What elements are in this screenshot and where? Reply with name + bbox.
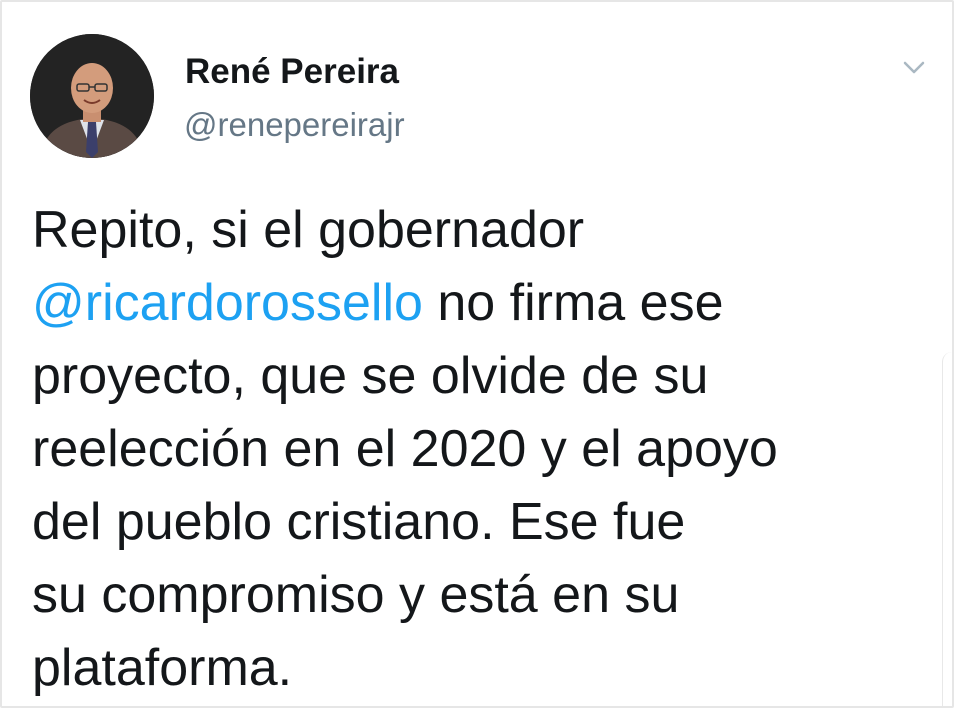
scrollbar-track[interactable] xyxy=(942,352,953,706)
user-handle[interactable]: @renepereirajr xyxy=(184,106,405,144)
tweet-text: Repito, si el gobernador @ricardorossell… xyxy=(32,194,912,705)
tweet-text-line: @ricardorossello no firma ese xyxy=(32,267,912,340)
avatar-image xyxy=(30,34,154,158)
avatar[interactable] xyxy=(30,34,154,158)
tweet-text-line: proyecto, que se olvide de su xyxy=(32,347,709,405)
chevron-down-icon[interactable] xyxy=(899,56,929,78)
tweet-text-fragment: no firma ese xyxy=(422,274,724,332)
tweet-text-line: plataforma. xyxy=(32,639,293,697)
tweet-card: René Pereira @renepereirajr Repito, si e… xyxy=(0,0,954,708)
tweet-text-line: del pueblo cristiano. Ese fue xyxy=(32,493,686,551)
mention-link[interactable]: @ricardorossello xyxy=(32,274,423,332)
tweet-text-line: su compromiso y está en su xyxy=(32,566,680,624)
display-name[interactable]: René Pereira xyxy=(185,52,399,92)
tweet-text-line: Repito, si el gobernador xyxy=(32,201,585,259)
tweet-text-line: reelección en el 2020 y el apoyo xyxy=(32,420,778,478)
